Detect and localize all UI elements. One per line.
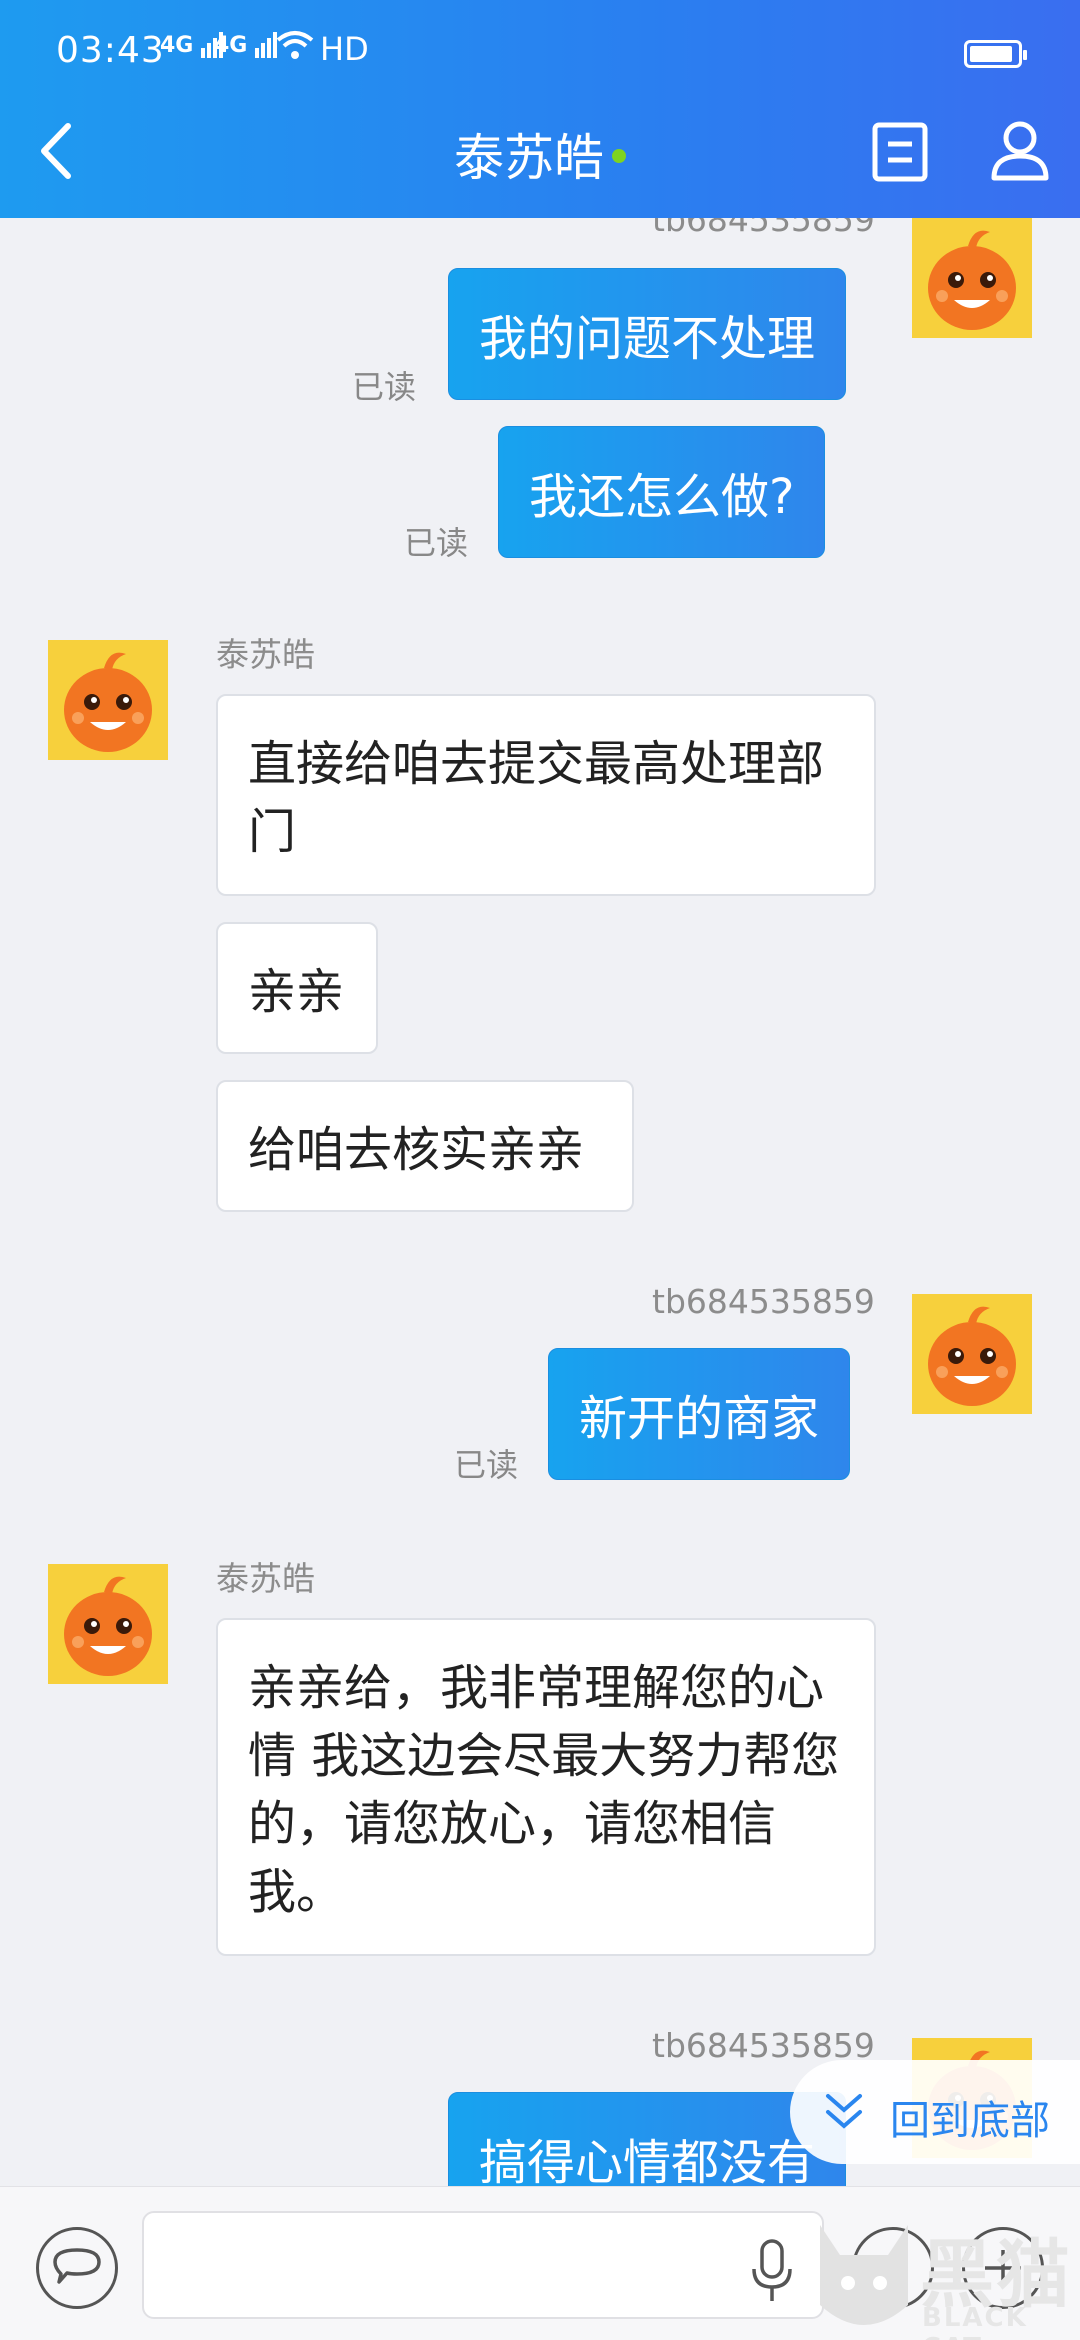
message-bubble-in[interactable]: 直接给咱去提交最高处理部门 xyxy=(216,694,876,896)
chat-bubble-icon[interactable] xyxy=(36,2227,118,2309)
status-time: 03:43 xyxy=(56,30,165,71)
chat-area[interactable]: tb684535859 我的问题不处理 已读 我还怎么做? 已读 泰苏皓 直接给… xyxy=(0,218,1080,2186)
battery-icon xyxy=(964,40,1027,68)
message-bubble-in[interactable]: 给咱去核实亲亲 xyxy=(216,1080,634,1212)
top-bar: 03:43 4G 4G HD 泰苏皓 xyxy=(0,0,1080,218)
contact-avatar[interactable] xyxy=(48,640,168,760)
hd-badge: HD xyxy=(320,30,369,68)
self-avatar[interactable] xyxy=(912,1294,1032,1414)
self-sender-name: tb684535859 xyxy=(652,218,875,239)
signal-icon-2: 4G xyxy=(214,32,278,58)
message-bubble-out[interactable]: 新开的商家 xyxy=(548,1348,851,1480)
back-to-bottom-button[interactable]: 回到底部 xyxy=(790,2060,1080,2164)
message-bubble-out[interactable]: 我还怎么做? xyxy=(498,426,826,558)
read-status: 已读 xyxy=(454,1446,519,1484)
read-status: 已读 xyxy=(404,524,469,562)
order-document-icon[interactable] xyxy=(872,122,928,182)
contact-sender-name: 泰苏皓 xyxy=(216,635,315,674)
status-bar: 03:43 4G 4G HD xyxy=(0,0,1080,90)
contact-avatar[interactable] xyxy=(48,1564,168,1684)
profile-icon[interactable] xyxy=(990,120,1050,182)
contact-sender-name: 泰苏皓 xyxy=(216,1559,315,1598)
wifi-icon xyxy=(276,31,314,59)
watermark-en: BLACK CAT xyxy=(922,2303,1028,2340)
message-input[interactable] xyxy=(142,2211,824,2319)
self-avatar[interactable] xyxy=(912,218,1032,338)
watermark: 黑猫 BLACK CAT xyxy=(810,2215,1080,2340)
online-indicator xyxy=(612,148,626,163)
black-cat-logo-icon xyxy=(820,2225,908,2325)
message-bubble-out[interactable]: 搞得心情都没有 xyxy=(448,2092,847,2186)
message-bubble-out[interactable]: 我的问题不处理 xyxy=(448,268,847,400)
microphone-icon[interactable] xyxy=(750,2239,794,2303)
message-bubble-in[interactable]: 亲亲 xyxy=(216,922,378,1054)
message-bubble-in[interactable]: 亲亲给，我非常理解您的心情 我这边会尽最大努力帮您的，请您放心，请您相信我。 xyxy=(216,1618,876,1956)
contact-name: 泰苏皓 xyxy=(454,129,604,187)
back-to-bottom-label: 回到底部 xyxy=(890,2098,1050,2144)
self-sender-name: tb684535859 xyxy=(652,1282,875,1321)
double-chevron-down-icon xyxy=(826,2094,862,2129)
read-status: 已读 xyxy=(352,368,417,406)
